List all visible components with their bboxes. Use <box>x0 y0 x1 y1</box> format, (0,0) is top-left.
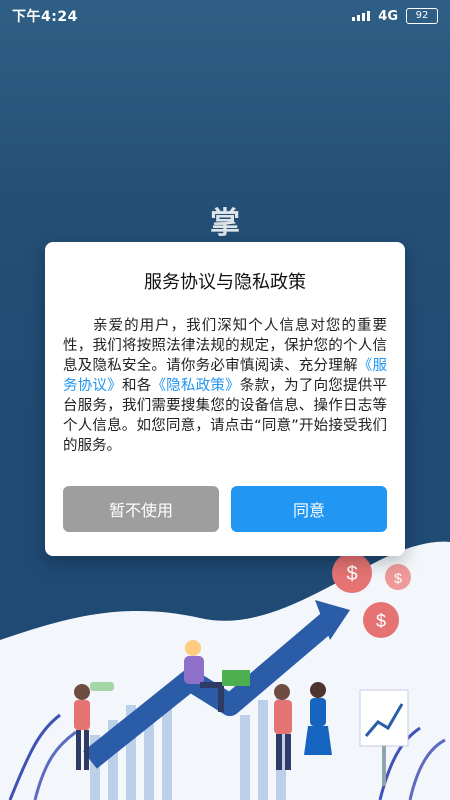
signal-icon <box>352 11 371 21</box>
agree-button[interactable]: 同意 <box>231 486 387 532</box>
dialog-buttons: 暂不使用 同意 <box>63 486 387 532</box>
decline-button[interactable]: 暂不使用 <box>63 486 219 532</box>
dialog-body: 亲爱的用户，我们深知个人信息对您的重要性，我们将按照法律法规的规定，保护您的个人… <box>63 316 387 456</box>
network-type: 4G <box>378 8 398 24</box>
svg-text:$: $ <box>376 611 386 631</box>
svg-text:$: $ <box>346 563 357 585</box>
privacy-policy-link[interactable]: 《隐私政策》 <box>151 378 239 394</box>
app-background: 下午4:24 4G 92 掌 $ $ $ 服务协议与隐私政策 亲爱的用户，我们深… <box>0 0 450 800</box>
dialog-title: 服务协议与隐私政策 <box>144 272 306 293</box>
svg-text:$: $ <box>394 570 402 586</box>
coin-icon: $ <box>385 564 411 590</box>
coin-icon: $ <box>332 553 372 593</box>
status-time: 下午4:24 <box>12 9 78 25</box>
dialog-text: 亲爱的用户，我们深知个人信息对您的重要性，我们将按照法律法规的规定，保护您的个人… <box>63 318 387 374</box>
dialog-text: 和各 <box>121 378 152 394</box>
battery-icon: 92 <box>406 8 438 24</box>
status-icons: 4G 92 <box>352 8 438 24</box>
coin-icon: $ <box>363 602 399 638</box>
app-logo-text: 掌 <box>210 206 240 241</box>
privacy-dialog: 服务协议与隐私政策 亲爱的用户，我们深知个人信息对您的重要性，我们将按照法律法规… <box>45 242 405 556</box>
status-bar: 下午4:24 4G 92 <box>0 0 450 32</box>
